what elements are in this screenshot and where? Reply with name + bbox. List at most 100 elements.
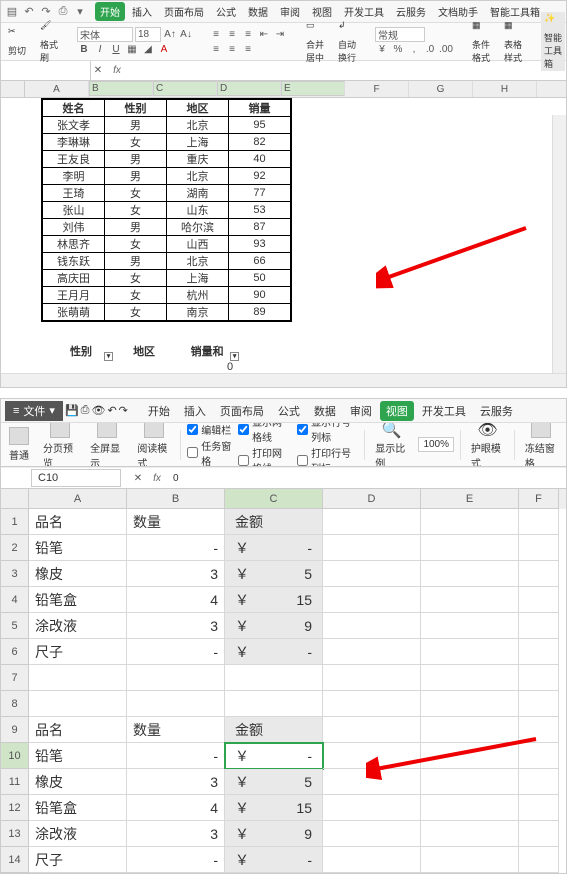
chk-printrowcol[interactable]: 打印行号列标 — [297, 445, 358, 467]
fx-icon[interactable]: fx — [105, 65, 129, 76]
col-d[interactable]: D — [323, 489, 421, 509]
cell[interactable] — [421, 691, 519, 717]
cell[interactable]: ￥9 — [225, 613, 323, 639]
menu-layout[interactable]: 页面布局 — [214, 401, 270, 421]
percent-icon[interactable]: % — [391, 43, 405, 57]
row-header[interactable]: 10 — [1, 743, 29, 769]
table-cell[interactable]: 女 — [105, 134, 167, 151]
cell[interactable] — [421, 509, 519, 535]
smart-toolbox-button[interactable]: ✨智能工具箱 — [541, 12, 565, 71]
cell[interactable] — [323, 509, 421, 535]
redo-icon[interactable]: ↷ — [119, 404, 128, 417]
cell[interactable] — [519, 561, 559, 587]
indent-inc-icon[interactable]: ⇥ — [273, 27, 287, 41]
row-header[interactable]: 11 — [1, 769, 29, 795]
cell[interactable] — [323, 587, 421, 613]
table-cell[interactable]: 钱东跃 — [43, 253, 105, 270]
table-cell[interactable]: 50 — [229, 270, 291, 287]
table-cell[interactable]: 女 — [105, 287, 167, 304]
cell[interactable] — [519, 509, 559, 535]
table-cell[interactable]: 66 — [229, 253, 291, 270]
table-style-button[interactable]: ▦表格样式 — [501, 19, 525, 65]
border-icon[interactable]: ▦ — [125, 43, 139, 57]
align-bot-icon[interactable]: ≡ — [241, 27, 255, 41]
zoom-percent[interactable]: 100% — [418, 437, 454, 452]
col-d[interactable]: D — [217, 81, 281, 96]
cell[interactable]: ￥- — [225, 847, 323, 873]
col-b[interactable]: B — [89, 81, 153, 96]
currency-icon[interactable]: ¥ — [375, 43, 389, 57]
table-cell[interactable]: 89 — [229, 304, 291, 321]
menu-insert[interactable]: 插入 — [178, 401, 212, 421]
cell[interactable] — [421, 535, 519, 561]
cell[interactable] — [421, 613, 519, 639]
cell[interactable]: 尺子 — [29, 639, 127, 665]
merge-button[interactable]: ▭合并居中 — [303, 19, 327, 65]
row-header[interactable]: 5 — [1, 613, 29, 639]
table-cell[interactable]: 李明 — [43, 168, 105, 185]
grow-font-icon[interactable]: A↑ — [163, 27, 177, 41]
undo-icon[interactable]: ↶ — [22, 5, 36, 19]
cell[interactable]: ￥- — [225, 743, 323, 769]
chk-editbar[interactable]: 编辑栏 — [187, 423, 232, 437]
cell[interactable] — [323, 847, 421, 873]
menu-review[interactable]: 审阅 — [344, 401, 378, 421]
table-cell[interactable]: 王友良 — [43, 151, 105, 168]
underline-icon[interactable]: U — [109, 43, 123, 57]
table-header[interactable]: 姓名 — [43, 100, 105, 117]
more-icon[interactable]: ▾ — [73, 5, 87, 19]
align-center-icon[interactable]: ≡ — [225, 42, 239, 56]
cell[interactable] — [421, 561, 519, 587]
cell[interactable] — [519, 847, 559, 873]
table-header[interactable]: 地区 — [167, 100, 229, 117]
vertical-scrollbar[interactable] — [552, 115, 566, 373]
col-a[interactable]: A — [25, 81, 89, 97]
cell[interactable] — [421, 587, 519, 613]
row-header[interactable]: 9 — [1, 717, 29, 743]
table-cell[interactable]: 王琦 — [43, 185, 105, 202]
table-cell[interactable]: 林思齐 — [43, 236, 105, 253]
table-cell[interactable]: 山西 — [167, 236, 229, 253]
indent-dec-icon[interactable]: ⇤ — [257, 27, 271, 41]
cell[interactable]: 涂改液 — [29, 821, 127, 847]
table-cell[interactable]: 90 — [229, 287, 291, 304]
table-cell[interactable]: 北京 — [167, 168, 229, 185]
menu-data[interactable]: 数据 — [243, 2, 273, 21]
table-cell[interactable]: 男 — [105, 253, 167, 270]
cell[interactable] — [323, 821, 421, 847]
shrink-font-icon[interactable]: A↓ — [179, 27, 193, 41]
cell[interactable]: 铅笔盒 — [29, 587, 127, 613]
cell[interactable] — [323, 561, 421, 587]
cell[interactable] — [519, 691, 559, 717]
table-cell[interactable]: 张文孝 — [43, 117, 105, 134]
table-cell[interactable]: 张山 — [43, 202, 105, 219]
redo-icon[interactable]: ↷ — [39, 5, 53, 19]
view-pagebreak-button[interactable]: 分页预览 — [39, 423, 80, 467]
font-name-select[interactable]: 宋体 — [77, 27, 133, 42]
col-e[interactable]: E — [421, 489, 519, 509]
table-header[interactable]: 性别 — [105, 100, 167, 117]
col-g[interactable]: G — [409, 81, 473, 97]
cell[interactable] — [519, 587, 559, 613]
cancel-icon[interactable]: ✕ — [131, 471, 145, 485]
table-cell[interactable]: 93 — [229, 236, 291, 253]
preview-icon[interactable]: 👁 — [91, 404, 105, 417]
table-cell[interactable]: 女 — [105, 304, 167, 321]
table-cell[interactable]: 40 — [229, 151, 291, 168]
table-cell[interactable]: 92 — [229, 168, 291, 185]
cell[interactable]: 橡皮 — [29, 561, 127, 587]
menu-insert[interactable]: 插入 — [127, 2, 157, 21]
cell[interactable]: 品名 — [29, 717, 127, 743]
row-header[interactable]: 12 — [1, 795, 29, 821]
menu-layout[interactable]: 页面布局 — [159, 2, 209, 21]
table-cell[interactable]: 77 — [229, 185, 291, 202]
cell[interactable] — [519, 665, 559, 691]
chk-printgrid[interactable]: 打印网格线 — [238, 445, 291, 467]
cell[interactable]: 金额 — [225, 717, 323, 743]
col-e[interactable]: E — [281, 81, 345, 96]
table-cell[interactable]: 刘伟 — [43, 219, 105, 236]
table-cell[interactable]: 重庆 — [167, 151, 229, 168]
col-b[interactable]: B — [127, 489, 225, 509]
cell[interactable]: 4 — [127, 587, 225, 613]
cell[interactable] — [29, 691, 127, 717]
